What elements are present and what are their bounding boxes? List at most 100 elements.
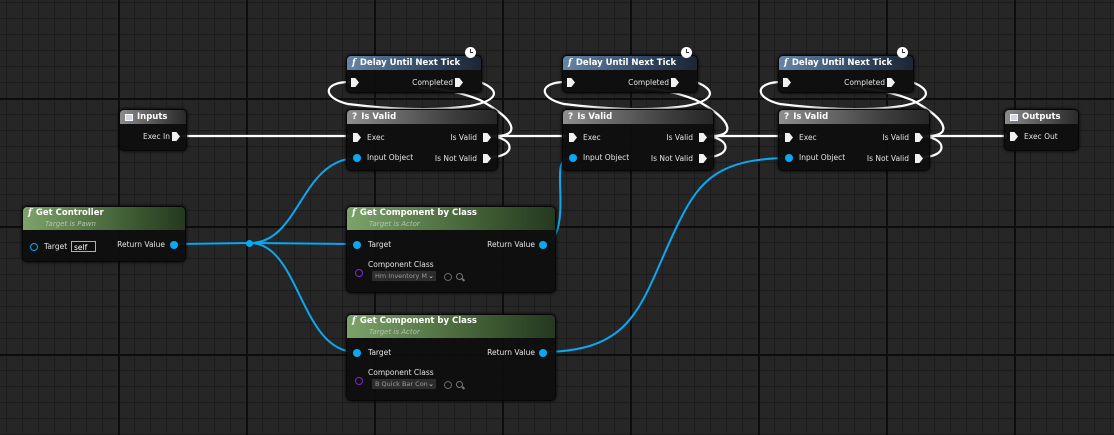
data-wire bbox=[249, 242, 357, 353]
is-not-valid-out-pin[interactable] bbox=[483, 154, 491, 163]
is-valid-out-pin[interactable] bbox=[915, 133, 923, 142]
outputs-title: Outputs bbox=[1022, 112, 1061, 122]
is-valid-out-pin[interactable] bbox=[699, 133, 707, 142]
delay-title: Delay Until Next Tick bbox=[359, 58, 461, 68]
completed-label: Completed bbox=[412, 78, 453, 87]
clock-icon bbox=[465, 47, 476, 58]
component-class-pin[interactable] bbox=[355, 269, 363, 277]
square-icon bbox=[1010, 113, 1018, 121]
component-class-dropdown[interactable]: B Quick Bar Con ⌄ bbox=[371, 378, 437, 390]
square-icon bbox=[125, 113, 133, 121]
is-valid-header: ? Is Valid bbox=[779, 110, 929, 124]
exec-label: Exec bbox=[367, 133, 385, 142]
exec-out-label: Exec Out bbox=[1024, 132, 1058, 141]
use-selected-icon[interactable] bbox=[444, 273, 452, 281]
function-f-icon: f bbox=[352, 208, 356, 218]
exec-in-label: Exec In bbox=[142, 132, 170, 141]
exec-out-pin[interactable] bbox=[1010, 132, 1018, 141]
delay-until-next-tick-node[interactable]: f Delay Until Next Tick Completed bbox=[346, 55, 482, 93]
input-object-pin[interactable] bbox=[569, 154, 577, 162]
is-not-valid-out-label: Is Not Valid bbox=[866, 154, 909, 163]
get-controller-node[interactable]: f Get Controller Target is Pawn Target sel… bbox=[22, 206, 186, 262]
exec-in-pin[interactable] bbox=[353, 133, 361, 142]
clock-icon bbox=[681, 47, 692, 58]
get-component-header: f Get Component by Class Target is Actor bbox=[347, 207, 555, 230]
is-valid-header: ? Is Valid bbox=[563, 110, 713, 124]
blueprint-graph[interactable]: Inputs Exec In Outputs Exec Out f Delay U… bbox=[0, 0, 1114, 435]
input-object-pin[interactable] bbox=[353, 154, 361, 162]
chevron-down-icon: ⌄ bbox=[428, 380, 434, 388]
exec-in-pin[interactable] bbox=[172, 132, 180, 141]
is-valid-node[interactable]: ? Is Valid Exec Is Valid Input Object Is … bbox=[562, 109, 714, 171]
get-controller-header: f Get Controller Target is Pawn bbox=[23, 207, 185, 230]
get-component-title: Get Component by Class bbox=[359, 316, 477, 326]
data-wire bbox=[540, 157, 791, 353]
delay-title: Delay Until Next Tick bbox=[791, 58, 893, 68]
delay-header: f Delay Until Next Tick bbox=[347, 56, 481, 70]
inputs-header: Inputs bbox=[120, 110, 186, 124]
is-not-valid-out-pin[interactable] bbox=[699, 154, 707, 163]
outputs-header: Outputs bbox=[1005, 110, 1078, 124]
get-controller-subtitle: Target is Pawn bbox=[45, 220, 96, 228]
target-self-field[interactable]: self bbox=[71, 241, 96, 252]
get-component-subtitle: Target is Actor bbox=[369, 220, 420, 228]
return-value-pin[interactable] bbox=[539, 241, 547, 249]
get-component-header: f Get Component by Class Target is Actor bbox=[347, 315, 555, 338]
return-value-pin[interactable] bbox=[539, 349, 547, 357]
delay-exec-in-pin[interactable] bbox=[351, 78, 359, 87]
completed-label: Completed bbox=[844, 78, 885, 87]
return-value-pin[interactable] bbox=[170, 241, 178, 249]
delay-header: f Delay Until Next Tick bbox=[563, 56, 697, 70]
delay-until-next-tick-node[interactable]: f Delay Until Next Tick Completed bbox=[562, 55, 698, 93]
data-wire bbox=[249, 157, 357, 244]
is-valid-node[interactable]: ? Is Valid Exec Is Valid Input Object Is … bbox=[346, 109, 498, 171]
get-controller-title: Get Controller bbox=[35, 208, 104, 218]
browse-search-icon[interactable] bbox=[456, 381, 463, 388]
is-valid-out-pin[interactable] bbox=[483, 133, 491, 142]
browse-search-icon[interactable] bbox=[456, 273, 463, 280]
exec-in-pin[interactable] bbox=[785, 133, 793, 142]
completed-label: Completed bbox=[628, 78, 669, 87]
return-value-label: Return Value bbox=[487, 348, 535, 357]
target-pin[interactable] bbox=[353, 241, 361, 249]
is-valid-node[interactable]: ? Is Valid Exec Is Valid Input Object Is … bbox=[778, 109, 930, 171]
input-object-label: Input Object bbox=[583, 153, 630, 162]
function-f-icon: f bbox=[568, 58, 572, 68]
exec-label: Exec bbox=[583, 133, 601, 142]
question-mark-icon: ? bbox=[784, 112, 790, 122]
target-label: Target bbox=[368, 240, 392, 249]
is-not-valid-out-label: Is Not Valid bbox=[650, 154, 693, 163]
target-pin[interactable] bbox=[30, 243, 38, 251]
question-mark-icon: ? bbox=[352, 112, 358, 122]
get-component-by-class-node[interactable]: f Get Component by Class Target is Actor T… bbox=[346, 314, 556, 401]
function-f-icon: f bbox=[352, 316, 356, 326]
inputs-node[interactable]: Inputs Exec In bbox=[119, 109, 187, 151]
delay-until-next-tick-node[interactable]: f Delay Until Next Tick Completed bbox=[778, 55, 914, 93]
return-value-label: Return Value bbox=[487, 240, 535, 249]
completed-pin[interactable] bbox=[671, 78, 679, 87]
inputs-title: Inputs bbox=[137, 112, 168, 122]
outputs-node[interactable]: Outputs Exec Out bbox=[1004, 109, 1079, 151]
function-f-icon: f bbox=[352, 58, 356, 68]
completed-pin[interactable] bbox=[455, 78, 463, 87]
function-f-icon: f bbox=[784, 58, 788, 68]
get-component-by-class-node[interactable]: f Get Component by Class Target is Actor T… bbox=[346, 206, 556, 293]
is-not-valid-out-label: Is Not Valid bbox=[434, 154, 477, 163]
clock-icon bbox=[897, 47, 908, 58]
use-selected-icon[interactable] bbox=[444, 381, 452, 389]
target-label: Target bbox=[44, 242, 68, 251]
is-valid-header: ? Is Valid bbox=[347, 110, 497, 124]
is-not-valid-out-pin[interactable] bbox=[915, 154, 923, 163]
input-object-label: Input Object bbox=[367, 153, 414, 162]
chevron-down-icon: ⌄ bbox=[428, 272, 434, 280]
target-pin[interactable] bbox=[353, 349, 361, 357]
delay-exec-in-pin[interactable] bbox=[783, 78, 791, 87]
reroute-node[interactable] bbox=[246, 240, 253, 247]
completed-pin[interactable] bbox=[887, 78, 895, 87]
exec-in-pin[interactable] bbox=[569, 133, 577, 142]
component-class-pin[interactable] bbox=[355, 377, 363, 385]
delay-exec-in-pin[interactable] bbox=[567, 78, 575, 87]
input-object-pin[interactable] bbox=[785, 154, 793, 162]
component-class-dropdown[interactable]: Hm Inventory M ⌄ bbox=[371, 270, 437, 282]
data-wire bbox=[174, 242, 251, 245]
